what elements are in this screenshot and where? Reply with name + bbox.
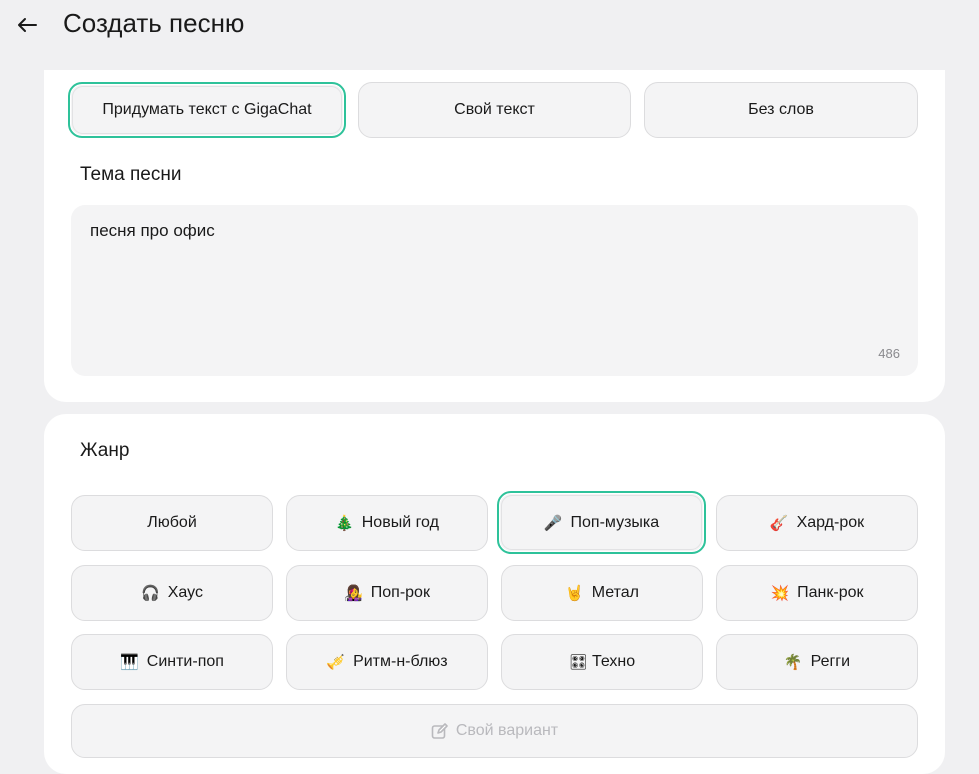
genre-synth-pop-button[interactable]: 🎹 Синти-поп bbox=[71, 634, 273, 690]
genre-house-button[interactable]: 🎧 Хаус bbox=[71, 565, 273, 621]
genre-punk-rock-button[interactable]: 💥 Панк-рок bbox=[716, 565, 918, 621]
theme-textarea[interactable]: песня про офис 486 bbox=[71, 205, 918, 376]
genre-label: Жанр bbox=[80, 440, 130, 461]
genre-new-year-button[interactable]: 🎄 Новый год bbox=[286, 495, 488, 551]
mode-label: Свой текст bbox=[454, 101, 535, 118]
keyboard-icon: 🎹 bbox=[120, 654, 139, 671]
page-title: Создать песню bbox=[63, 8, 245, 38]
genre-label-text: Хард-рок bbox=[796, 514, 865, 531]
genre-metal-button[interactable]: 🤘 Метал bbox=[501, 565, 703, 621]
arrow-left-icon bbox=[18, 18, 37, 32]
edit-icon bbox=[431, 722, 448, 739]
theme-value: песня про офис bbox=[90, 221, 215, 240]
genre-label-text: Новый год bbox=[361, 514, 439, 531]
control-knobs-icon: 🎛 bbox=[568, 654, 588, 671]
genre-label-text: Регги bbox=[810, 653, 851, 670]
custom-genre-button[interactable]: Свой вариант bbox=[71, 704, 918, 758]
mode-label: Придумать текст с GigaChat bbox=[102, 101, 312, 118]
palm-tree-icon: 🌴 bbox=[783, 654, 803, 671]
back-button[interactable] bbox=[14, 12, 40, 38]
lyrics-card: Придумать текст с GigaChat Свой текст Бе… bbox=[44, 70, 945, 402]
custom-genre-label: Свой вариант bbox=[455, 722, 559, 739]
genre-label-text: Ритм-н-блюз bbox=[353, 653, 448, 670]
genre-rnb-button[interactable]: 🎺 Ритм-н-блюз bbox=[286, 634, 488, 690]
mode-gigachat-button[interactable]: Придумать текст с GigaChat bbox=[68, 82, 346, 138]
christmas-tree-icon: 🎄 bbox=[335, 515, 354, 532]
genre-label-text: Поп-рок bbox=[370, 584, 430, 601]
char-counter: 486 bbox=[878, 346, 900, 361]
singer-icon: 👩‍🎤 bbox=[344, 585, 363, 602]
genre-label-text: Хаус bbox=[167, 584, 203, 601]
genre-label-text: Любой bbox=[147, 514, 197, 531]
genre-hard-rock-button[interactable]: 🎸 Хард-рок bbox=[716, 495, 918, 551]
theme-label: Тема песни bbox=[80, 164, 182, 185]
genre-pop-rock-button[interactable]: 👩‍🎤 Поп-рок bbox=[286, 565, 488, 621]
rock-hand-icon: 🤘 bbox=[565, 585, 584, 602]
genre-label-text: Метал bbox=[591, 584, 639, 601]
genre-pop-button[interactable]: 🎤 Поп-музыка bbox=[497, 491, 706, 554]
genre-label-text: Техно bbox=[591, 653, 636, 670]
mode-label: Без слов bbox=[748, 101, 814, 118]
genre-label-text: Синти-поп bbox=[146, 653, 224, 670]
genre-label-text: Поп-музыка bbox=[570, 513, 660, 531]
collision-icon: 💥 bbox=[770, 585, 790, 602]
mode-own-text-button[interactable]: Свой текст bbox=[358, 82, 631, 138]
mode-no-words-button[interactable]: Без слов bbox=[644, 82, 918, 138]
microphone-icon: 🎤 bbox=[543, 514, 563, 532]
genre-techno-button[interactable]: 🎛 Техно bbox=[501, 634, 703, 690]
trumpet-icon: 🎺 bbox=[326, 654, 346, 671]
guitar-icon: 🎸 bbox=[769, 515, 789, 532]
genre-label-text: Панк-рок bbox=[797, 584, 864, 601]
headphones-icon: 🎧 bbox=[141, 585, 160, 602]
genre-reggae-button[interactable]: 🌴 Регги bbox=[716, 634, 918, 690]
genre-card: Жанр Любой 🎄 Новый год 🎤 Поп-музыка 🎸 Ха… bbox=[44, 414, 945, 774]
genre-any-button[interactable]: Любой bbox=[71, 495, 273, 551]
